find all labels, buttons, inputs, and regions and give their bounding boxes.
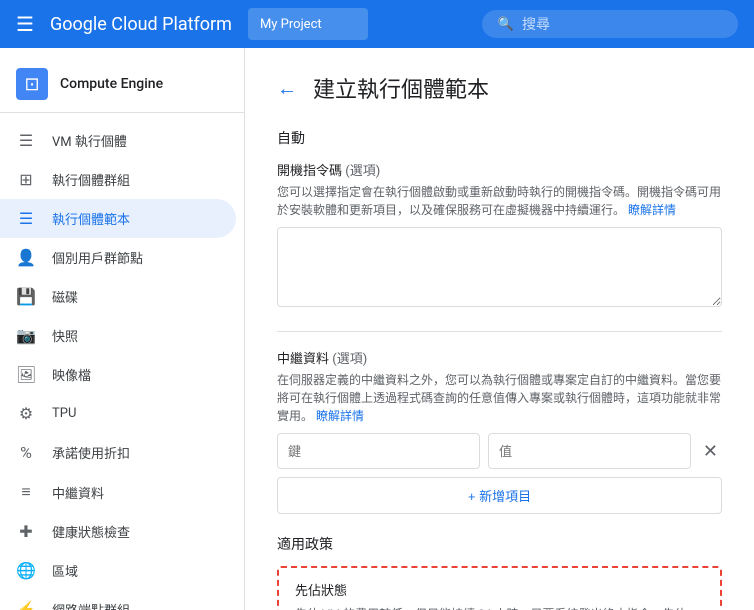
menu-icon[interactable]: ☰ <box>16 12 34 36</box>
startup-script-label: 開機指令碼 (選項) <box>277 160 722 179</box>
sidebar-item-zones[interactable]: 🌐 區域 <box>0 551 236 590</box>
sidebar-item-snapshots[interactable]: 📷 快照 <box>0 316 236 355</box>
search-input[interactable] <box>522 16 722 32</box>
sidebar-header: ⊡ Compute Engine <box>0 56 244 113</box>
main-content: ← 建立執行個體範本 自動 開機指令碼 (選項) 您可以選擇指定會在執行個體啟動… <box>245 48 754 610</box>
metadata-value-input[interactable] <box>488 433 691 469</box>
metadata-desc: 在伺服器定義的中繼資料之外，您可以為執行個體或專案定自訂的中繼資料。當您要將可在… <box>277 371 722 425</box>
sidebar-item-instance-templates[interactable]: ☰ 執行個體範本 <box>0 199 236 238</box>
main-wrapper: ⊡ Compute Engine ☰ VM 執行個體 ⊞ 執行個體群組 ☰ 執行… <box>0 48 754 610</box>
metadata-label: 中繼資料 (選項) <box>277 348 722 367</box>
startup-script-textarea[interactable] <box>277 227 722 307</box>
metadata-group: 中繼資料 (選項) 在伺服器定義的中繼資料之外，您可以為執行個體或專案定自訂的中… <box>277 348 722 514</box>
startup-script-group: 開機指令碼 (選項) 您可以選擇指定會在執行個體啟動或重新啟動時執行的開機指令碼… <box>277 160 722 311</box>
committed-icon: % <box>16 443 36 462</box>
add-metadata-button[interactable]: + 新增項目 <box>277 477 722 514</box>
search-icon: 🔍 <box>498 17 514 32</box>
metadata-icon: ≡ <box>16 482 36 502</box>
sidebar-item-health-checks[interactable]: ✚ 健康狀態檢查 <box>0 512 236 551</box>
page-title: 建立執行個體範本 <box>313 72 489 104</box>
disk-icon: 💾 <box>16 287 36 306</box>
sidebar: ⊡ Compute Engine ☰ VM 執行個體 ⊞ 執行個體群組 ☰ 執行… <box>0 48 245 610</box>
top-header: ☰ Google Cloud Platform My Project 🔍 <box>0 0 754 48</box>
images-icon: 🖼 <box>16 365 36 384</box>
health-icon: ✚ <box>16 522 36 541</box>
tpu-icon: ⚙ <box>16 404 36 423</box>
preemptible-title: 先佔狀態 <box>295 580 704 599</box>
snapshot-icon: 📷 <box>16 326 36 345</box>
sidebar-item-sole-tenant[interactable]: 👤 個別用戶群節點 <box>0 238 236 277</box>
preemptible-desc: 先佔 VM 的費用較低，但只能持續 24 小時。只要系統發出終止指令，先佔 VM… <box>295 605 704 610</box>
sidebar-item-instance-groups[interactable]: ⊞ 執行個體群組 <box>0 160 236 199</box>
metadata-key-input[interactable] <box>277 433 480 469</box>
sole-tenant-icon: 👤 <box>16 248 36 267</box>
sidebar-item-images[interactable]: 🖼 映像檔 <box>0 355 236 394</box>
content-header: ← 建立執行個體範本 <box>277 72 722 104</box>
sidebar-item-network-endpoint-groups[interactable]: ⚡ 網路端點群組 <box>0 590 236 610</box>
instance-groups-icon: ⊞ <box>16 170 36 189</box>
metadata-learn-more-link[interactable]: 瞭解詳情 <box>316 409 364 423</box>
preemptible-box: 先佔狀態 先佔 VM 的費用較低，但只能持續 24 小時。只要系統發出終止指令，… <box>277 566 722 610</box>
sidebar-item-vm-instances[interactable]: ☰ VM 執行個體 <box>0 121 236 160</box>
metadata-delete-button[interactable]: ✕ <box>699 437 722 466</box>
sidebar-item-committed-use[interactable]: % 承諾使用折扣 <box>0 433 236 472</box>
vm-icon: ☰ <box>16 131 36 150</box>
zones-icon: 🌐 <box>16 561 36 580</box>
sidebar-item-disks[interactable]: 💾 磁碟 <box>0 277 236 316</box>
back-button[interactable]: ← <box>277 76 297 101</box>
metadata-key-value-row: ✕ <box>277 433 722 469</box>
startup-script-learn-more-link[interactable]: 瞭解詳情 <box>628 203 676 217</box>
compute-engine-icon: ⊡ <box>16 68 48 100</box>
network-icon: ⚡ <box>16 600 36 610</box>
project-selector[interactable]: My Project <box>248 8 368 40</box>
policy-section-label: 適用政策 <box>277 534 722 554</box>
auto-section-label: 自動 <box>277 128 722 148</box>
search-bar[interactable]: 🔍 <box>482 10 738 38</box>
instance-templates-icon: ☰ <box>16 209 36 228</box>
sidebar-item-metadata[interactable]: ≡ 中繼資料 <box>0 472 236 512</box>
startup-script-desc: 您可以選擇指定會在執行個體啟動或重新啟動時執行的開機指令碼。開機指令碼可用於安裝… <box>277 183 722 219</box>
app-logo: Google Cloud Platform <box>50 14 232 35</box>
policy-section: 適用政策 先佔狀態 先佔 VM 的費用較低，但只能持續 24 小時。只要系統發出… <box>277 534 722 610</box>
sidebar-title: Compute Engine <box>60 76 163 92</box>
sidebar-item-tpu[interactable]: ⚙ TPU <box>0 394 236 433</box>
divider-1 <box>277 331 722 332</box>
